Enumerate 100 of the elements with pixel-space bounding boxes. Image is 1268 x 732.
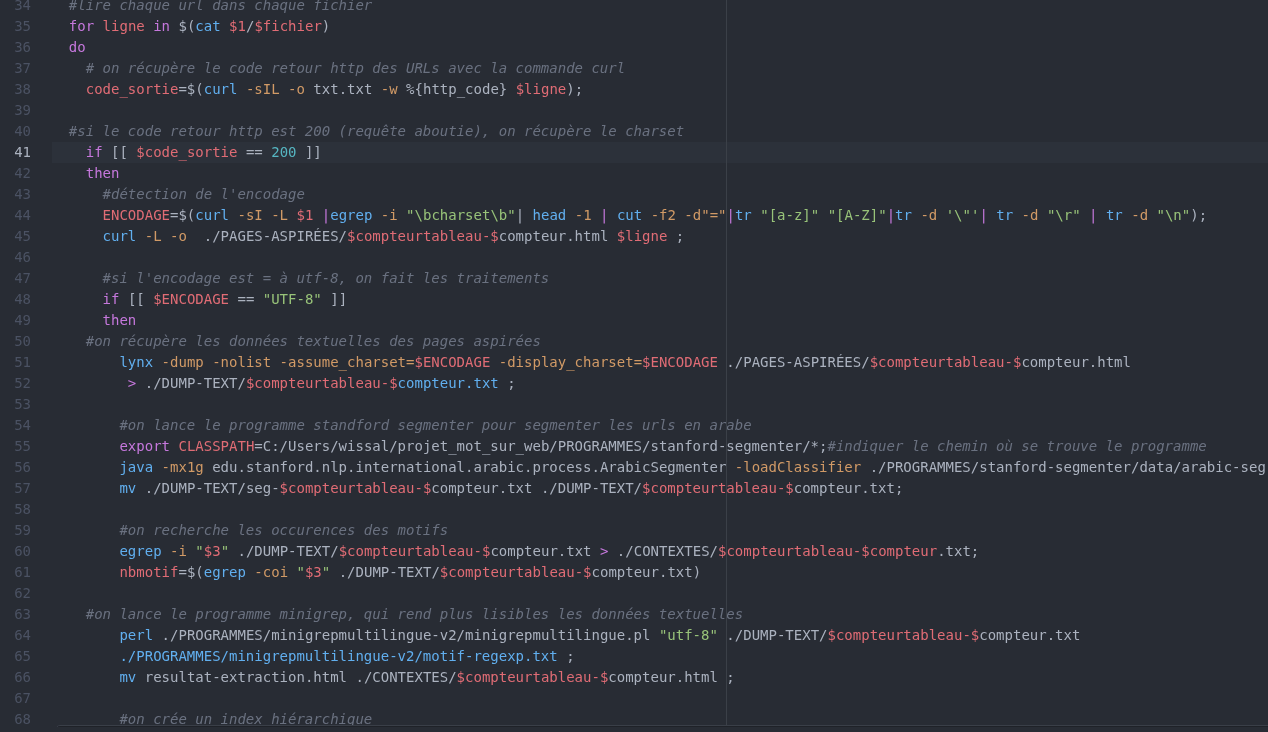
code-text: ./PAGES-ASPIRÉES/	[726, 354, 870, 370]
keyword: |	[886, 207, 896, 223]
code-comment: #on récupère les données textuelles des pages aspirées	[85, 333, 541, 349]
code-text: =$(	[178, 81, 204, 97]
command-name: perl	[119, 627, 154, 643]
command-name: tr	[895, 207, 912, 223]
variable-name: $compteurtableau-$	[245, 375, 398, 391]
code-text: )	[321, 18, 331, 34]
variable-name: $3	[203, 543, 221, 559]
variable-name: $compteurtableau-$	[347, 228, 499, 244]
command-name: tr	[1105, 207, 1123, 223]
code-text: ;	[566, 648, 575, 664]
command-option: -d	[1131, 207, 1149, 223]
code-text: ./DUMP-TEXT/seg-	[144, 480, 280, 496]
code-text: ;	[675, 228, 685, 244]
code-text: ./PROGRAMMES/stanford-segmenter/data/arabic-seg	[869, 459, 1266, 475]
command-name: head	[532, 207, 567, 223]
variable-name: $3	[304, 564, 322, 580]
string-literal: '\"'	[945, 207, 980, 223]
code-text: txt.txt	[313, 81, 373, 97]
variable-name: $ENCODAGE	[153, 291, 230, 307]
command-option: -f2 -d"="	[650, 207, 727, 223]
code-text: ./CONTEXTES/	[616, 543, 718, 559]
command-name: egrep	[203, 564, 246, 580]
string-literal: "	[195, 543, 204, 559]
keyword: |	[321, 207, 331, 223]
command-option: -display_charset=	[498, 354, 643, 370]
variable-name: $compteurtableau-$	[338, 543, 491, 559]
code-text: compteur.txt)	[591, 564, 702, 580]
variable-name: nbmotif	[119, 564, 179, 580]
code-text: ./DUMP-TEXT/	[338, 564, 440, 580]
variable-name: $compteurtableau-$	[279, 480, 432, 496]
command-name: mv	[119, 480, 137, 496]
code-comment: #lire chaque url dans chaque fichier	[68, 0, 373, 13]
code-text: resultat-extraction.html ./CONTEXTES/	[144, 669, 457, 685]
code-text: .txt;	[937, 543, 980, 559]
variable-name: $ligne	[616, 228, 668, 244]
code-text: $(	[178, 18, 196, 34]
variable-name: $compteurtableau-$	[439, 564, 592, 580]
string-literal: "utf-8"	[658, 627, 718, 643]
variable-name: $ENCODAGE	[414, 354, 491, 370]
keyword: if	[85, 144, 103, 160]
code-comment: #si l'encodage est = à utf-8, on fait les traitements	[102, 270, 550, 286]
code-comment: #si le code retour http est 200 (requête aboutie), on récupère le charset	[68, 123, 685, 139]
variable-name: $compteurtableau-$	[456, 669, 609, 685]
command-name: tr	[734, 207, 752, 223]
variable-name: $1	[296, 207, 314, 223]
keyword: do	[68, 39, 86, 55]
variable-name: $fichier	[254, 18, 322, 34]
keyword: |	[600, 207, 609, 223]
command-name: mv	[119, 669, 137, 685]
variable-name: $compteurtableau-$	[642, 480, 794, 496]
code-text: edu.stanford.nlp.international.arabic.process.ArabicSegmenter	[212, 459, 727, 475]
command-name: egrep	[330, 207, 373, 223]
string-literal: "	[220, 543, 230, 559]
command-option: -i	[170, 543, 187, 559]
command-name: ./PROGRAMMES/minigrepmultilingue-v2/motif-regexp.txt	[119, 648, 558, 664]
command-name: curl	[195, 207, 230, 223]
code-text: compteur.html	[498, 228, 609, 244]
code-text: compteur.txt;	[793, 480, 904, 496]
variable-name: $compteurtableau-$	[869, 354, 1022, 370]
code-text: |	[515, 207, 525, 223]
variable-name: $code_sortie	[136, 144, 238, 160]
number-literal: 200	[271, 144, 297, 160]
variable-name: code_sortie	[85, 81, 179, 97]
keyword: |	[979, 207, 988, 223]
code-text: [[	[111, 144, 128, 160]
code-text: ;	[507, 375, 516, 391]
command-name: cat	[195, 18, 221, 34]
code-text: ==	[245, 144, 263, 160]
code-text: ./DUMP-TEXT/	[237, 543, 339, 559]
command-name: tr	[996, 207, 1014, 223]
string-literal: "	[296, 564, 305, 580]
command-option: -w	[380, 81, 398, 97]
code-text: compteur.txt	[979, 627, 1081, 643]
string-literal: "[a-z]" "[A-Z]"	[760, 207, 887, 223]
command-option: -sI -L	[237, 207, 289, 223]
keyword: >	[127, 375, 137, 391]
keyword: then	[102, 312, 137, 328]
command-option: -d	[1021, 207, 1039, 223]
code-comment: #on recherche les occurences des motifs	[119, 522, 449, 538]
line-number: 41	[13, 143, 31, 162]
code-comment: # on récupère le code retour http des URLs avec la commande curl	[85, 60, 626, 76]
string-literal: "UTF-8"	[262, 291, 322, 307]
code-text: [[	[127, 291, 145, 307]
code-text: ./DUMP-TEXT/	[726, 627, 828, 643]
command-name: curl	[102, 228, 137, 244]
command-option: -L -o	[144, 228, 187, 244]
code-text: );	[566, 81, 584, 97]
string-literal: "\r"	[1046, 207, 1081, 223]
command-option: -coi	[254, 564, 289, 580]
variable-name: ligne	[102, 18, 145, 34]
code-text: /	[245, 18, 255, 34]
code-text: compteur.txt	[490, 543, 592, 559]
code-comment: #indiquer le chemin où se trouve le programme	[827, 438, 1207, 454]
command-option: -i	[380, 207, 398, 223]
command-name: curl	[203, 81, 238, 97]
code-text: ==	[237, 291, 255, 307]
command-option: -1	[574, 207, 592, 223]
variable-name: $ENCODAGE	[642, 354, 718, 370]
